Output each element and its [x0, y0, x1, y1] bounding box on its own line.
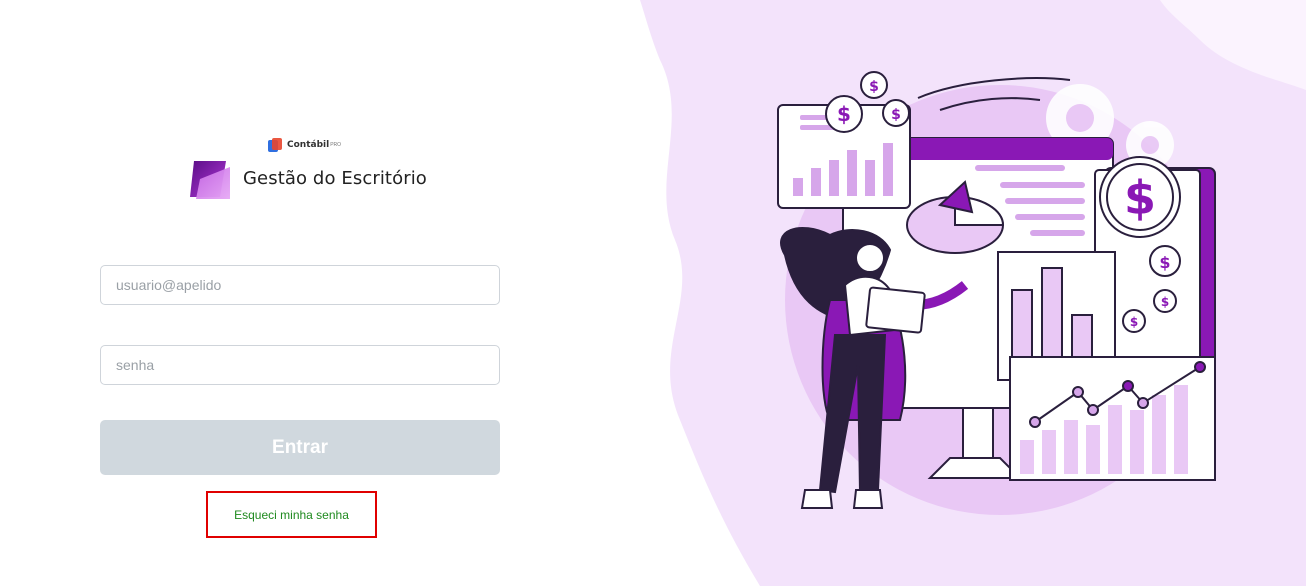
svg-text:$: $: [837, 102, 851, 126]
contabil-brand: Contábil PRO: [268, 138, 341, 152]
line-chart-card: [1009, 356, 1216, 481]
brand-header: Contábil PRO Gestão do Escritório: [190, 138, 430, 200]
svg-text:$: $: [1124, 171, 1156, 225]
forgot-password-highlight: Esqueci minha senha: [206, 491, 377, 538]
forgot-password-link[interactable]: Esqueci minha senha: [234, 508, 349, 522]
svg-text:$: $: [1130, 315, 1138, 329]
svg-text:$: $: [869, 79, 879, 95]
contabil-sup: PRO: [330, 142, 342, 148]
password-input[interactable]: [100, 345, 500, 385]
contabil-logo-icon: [268, 138, 282, 152]
svg-text:$: $: [1161, 295, 1169, 309]
app-logo-icon: [190, 161, 230, 199]
login-button[interactable]: Entrar: [100, 420, 500, 475]
username-input[interactable]: [100, 265, 500, 305]
svg-text:$: $: [1159, 253, 1170, 272]
contabil-name: Contábil: [287, 140, 330, 150]
svg-text:$: $: [891, 107, 901, 123]
app-title: Gestão do Escritório: [243, 168, 427, 189]
